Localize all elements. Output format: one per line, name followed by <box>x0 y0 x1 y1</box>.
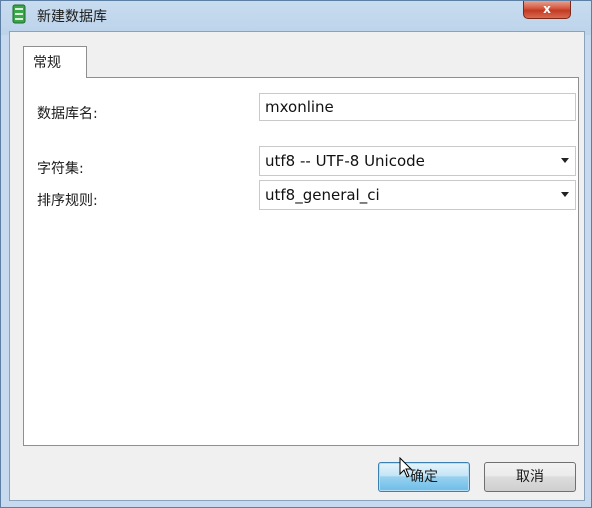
collation-label: 排序规则: <box>37 193 98 209</box>
charset-label: 字符集: <box>37 161 84 177</box>
collation-value: utf8_general_ci <box>265 186 380 204</box>
cancel-button[interactable]: 取消 <box>484 462 576 492</box>
database-icon <box>12 4 26 24</box>
tab-general-label: 常规 <box>33 55 61 71</box>
mouse-cursor-icon <box>399 457 413 478</box>
chevron-down-icon[interactable] <box>561 192 569 197</box>
close-icon: x <box>543 2 551 16</box>
db-name-label: 数据库名: <box>37 106 98 122</box>
tab-panel-general: 数据库名: mxonline 字符集: utf8 -- UTF-8 Unicod… <box>23 77 579 446</box>
db-name-value: mxonline <box>265 98 334 116</box>
db-name-input[interactable]: mxonline <box>259 93 576 121</box>
title-bar[interactable]: 新建数据库 x <box>1 1 591 31</box>
chevron-down-icon[interactable] <box>561 158 569 163</box>
close-button[interactable]: x <box>523 1 571 19</box>
tab-general[interactable]: 常规 <box>23 46 87 78</box>
window-title: 新建数据库 <box>37 9 107 25</box>
collation-select[interactable]: utf8_general_ci <box>259 180 576 210</box>
dialog-client-area: 常规 数据库名: mxonline 字符集: utf8 -- UTF-8 Uni… <box>9 31 585 501</box>
dialog-window: 新建数据库 x 常规 数据库名: mxonline 字符集: utf8 -- U… <box>0 0 592 508</box>
charset-select[interactable]: utf8 -- UTF-8 Unicode <box>259 146 576 176</box>
ok-button[interactable]: 确定 <box>378 462 470 492</box>
charset-value: utf8 -- UTF-8 Unicode <box>265 152 425 170</box>
